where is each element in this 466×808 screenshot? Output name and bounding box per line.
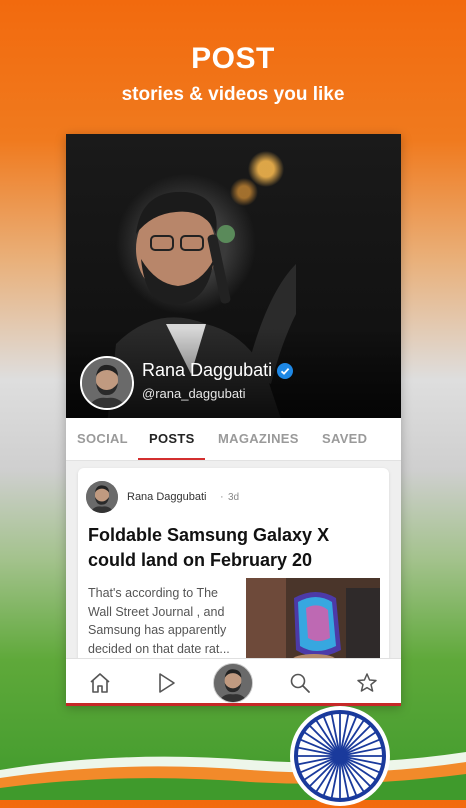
bottom-navigation — [66, 658, 401, 704]
post-card[interactable]: Rana Daggubati · 3d Foldable Samsung Gal… — [78, 468, 389, 668]
tab-posts[interactable]: POSTS — [149, 431, 195, 446]
nav-profile-avatar[interactable] — [213, 663, 253, 703]
avatar-image — [82, 358, 132, 408]
search-icon[interactable] — [288, 671, 312, 695]
post-thumbnail[interactable] — [246, 578, 380, 668]
verified-badge-icon — [277, 363, 293, 379]
profile-handle: @rana_daggubati — [142, 386, 246, 401]
nav-avatar-image — [214, 664, 252, 702]
post-meta-separator: · — [220, 491, 224, 503]
tab-magazines[interactable]: MAGAZINES — [218, 431, 299, 446]
star-icon[interactable] — [355, 671, 379, 695]
tab-social[interactable]: SOCIAL — [77, 431, 128, 446]
home-icon[interactable] — [88, 671, 112, 695]
profile-name: Rana Daggubati — [142, 360, 273, 380]
foldable-phone-image — [246, 578, 380, 668]
post-title[interactable]: Foldable Samsung Galaxy X could land on … — [88, 523, 378, 573]
post-author-avatar[interactable] — [86, 481, 118, 513]
promo-title: POST — [191, 42, 275, 75]
post-author-name[interactable]: Rana Daggubati — [127, 491, 207, 503]
active-tab-indicator — [138, 458, 205, 460]
avatar[interactable] — [80, 356, 134, 410]
profile-tabs: SOCIAL POSTS MAGAZINES SAVED — [66, 418, 401, 461]
play-icon[interactable] — [154, 671, 178, 695]
ashoka-chakra-icon — [290, 706, 390, 806]
post-excerpt: That's according to The Wall Street Jour… — [88, 586, 230, 656]
tab-saved[interactable]: SAVED — [322, 431, 367, 446]
tricolor-ribbon — [0, 752, 466, 800]
post-timestamp: 3d — [228, 492, 240, 503]
promo-subtitle: stories & videos you like — [121, 84, 345, 105]
profile-cover: Rana Daggubati @rana_daggubati — [66, 134, 401, 418]
phone-screen: Rana Daggubati @rana_daggubati SOCIAL PO… — [66, 134, 401, 706]
author-avatar-image — [86, 481, 118, 513]
